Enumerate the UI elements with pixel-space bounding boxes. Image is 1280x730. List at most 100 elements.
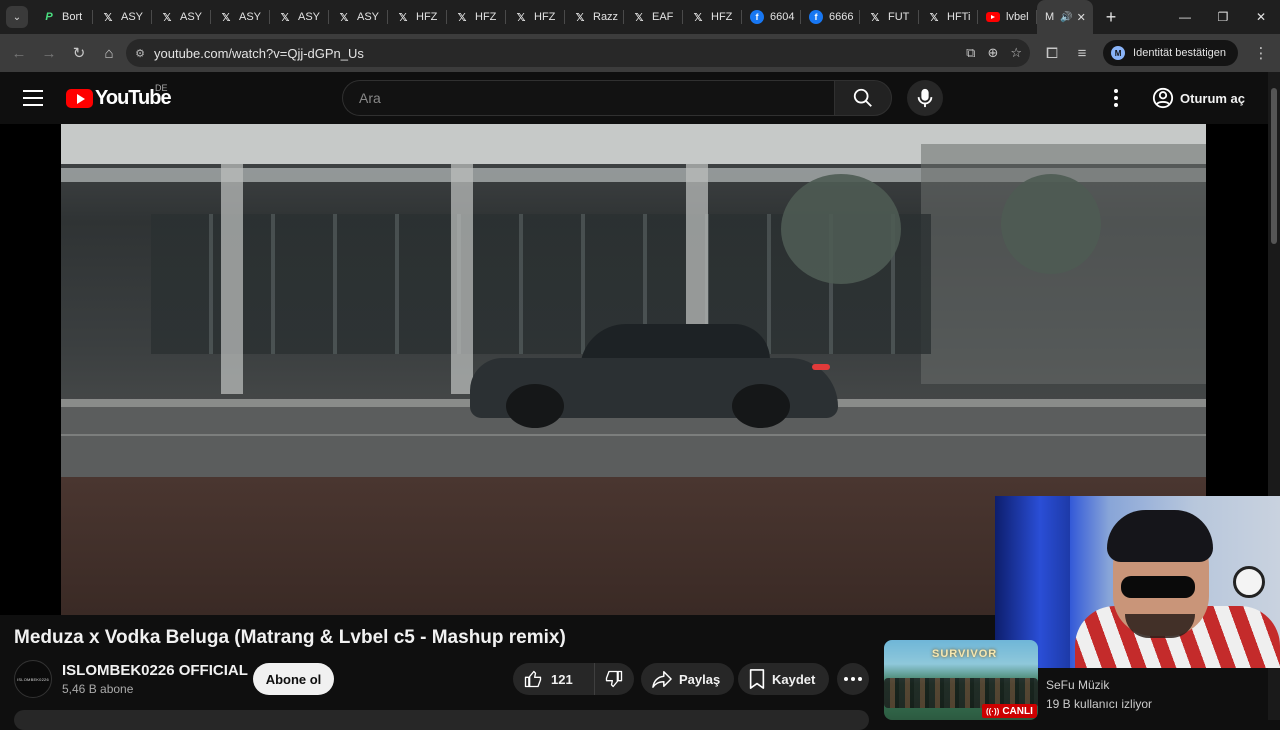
share-label: Paylaş bbox=[679, 671, 721, 687]
address-bar[interactable]: ⚙ youtube.com/watch?v=Qjj-dGPn_Us ⧉ ⊕ ☆ bbox=[126, 39, 1030, 67]
hamburger-menu-icon[interactable] bbox=[21, 88, 45, 108]
active-tab[interactable]: M 🔊 ✕ bbox=[1037, 0, 1093, 34]
browser-tab-label: lvbel bbox=[1006, 11, 1029, 23]
bookmark-star-icon[interactable]: ☆ bbox=[1010, 45, 1022, 61]
site-info-icon[interactable]: ⚙ bbox=[126, 47, 154, 60]
thumbs-down-icon bbox=[605, 670, 623, 688]
voice-search-button[interactable] bbox=[907, 80, 943, 116]
browser-tab[interactable]: f 6666 bbox=[801, 0, 860, 34]
browser-tab[interactable]: 𝕏 HFZ bbox=[388, 0, 447, 34]
browser-tab-label: HFZ bbox=[416, 11, 438, 23]
save-button[interactable]: Kaydet bbox=[738, 663, 830, 695]
browser-tab-label: HFZ bbox=[534, 11, 556, 23]
browser-tab[interactable]: 𝕏 ASY bbox=[270, 0, 329, 34]
dislike-button[interactable] bbox=[595, 663, 633, 695]
new-tab-button[interactable]: + bbox=[1097, 3, 1125, 31]
browser-menu-icon[interactable]: ⋮ bbox=[1246, 38, 1276, 68]
recommended-thumbnail[interactable]: SURVIVOR ((·)) CANLI bbox=[884, 640, 1038, 720]
x-icon: 𝕏 bbox=[280, 10, 290, 24]
identity-button[interactable]: M Identität bestätigen bbox=[1103, 40, 1238, 66]
browser-tab[interactable]: 𝕏 ASY bbox=[93, 0, 152, 34]
x-icon: 𝕏 bbox=[516, 10, 526, 24]
live-icon: ((·)) bbox=[986, 706, 1000, 716]
browser-tab-label: 6666 bbox=[829, 11, 854, 23]
browser-tab[interactable]: 𝕏 ASY bbox=[211, 0, 270, 34]
tab-search-chevron-icon[interactable]: ⌄ bbox=[6, 6, 28, 28]
x-icon: 𝕏 bbox=[162, 10, 172, 24]
recommended-viewers: 19 B kullanıcı izliyor bbox=[1046, 697, 1153, 711]
x-icon: 𝕏 bbox=[221, 10, 231, 24]
browser-tab-label: Bort bbox=[62, 11, 83, 23]
facebook-icon: f bbox=[809, 10, 823, 24]
browser-tab[interactable]: lvbel bbox=[978, 0, 1037, 34]
youtube-logo[interactable]: YouTube DE bbox=[66, 83, 172, 110]
url-text[interactable]: youtube.com/watch?v=Qjj-dGPn_Us bbox=[154, 46, 364, 61]
browser-tab-label: ASY bbox=[121, 11, 144, 23]
channel-name[interactable]: ISLOMBEK0226 OFFICIAL bbox=[62, 662, 248, 679]
p-icon: P bbox=[45, 11, 53, 23]
description-box[interactable] bbox=[14, 710, 869, 730]
active-tab-label: M bbox=[1045, 11, 1055, 23]
browser-tab[interactable]: 𝕏 HFTi bbox=[919, 0, 978, 34]
minimize-icon[interactable]: — bbox=[1166, 0, 1204, 34]
like-count: 121 bbox=[551, 671, 573, 687]
car bbox=[470, 322, 838, 428]
thumbnail-brand: SURVIVOR bbox=[932, 648, 998, 660]
browser-tab[interactable]: 𝕏 ASY bbox=[329, 0, 388, 34]
scrollbar-thumb[interactable] bbox=[1271, 88, 1277, 244]
browser-tab-label: Razz bbox=[593, 11, 619, 23]
x-icon: 𝕏 bbox=[870, 10, 880, 24]
reload-icon[interactable]: ↻ bbox=[64, 38, 94, 68]
channel-avatar[interactable]: ISLOMBEK0226 bbox=[14, 660, 52, 698]
browser-tab[interactable]: 𝕏 HFZ bbox=[447, 0, 506, 34]
back-icon[interactable]: ← bbox=[4, 38, 34, 68]
x-icon: 𝕏 bbox=[634, 10, 644, 24]
browser-tab[interactable]: f 6604 bbox=[742, 0, 801, 34]
country-code: DE bbox=[155, 83, 168, 93]
forward-icon[interactable]: → bbox=[34, 38, 64, 68]
more-actions-button[interactable] bbox=[837, 663, 869, 695]
signin-label: Oturum aç bbox=[1180, 90, 1246, 106]
save-label: Kaydet bbox=[772, 671, 816, 687]
install-app-icon[interactable]: ⧉ bbox=[966, 45, 975, 61]
browser-tab-label: HFZ bbox=[475, 11, 497, 23]
audio-icon[interactable]: 🔊 bbox=[1060, 12, 1072, 23]
zoom-icon[interactable]: ⊕ bbox=[987, 45, 998, 61]
media-controls-icon[interactable]: ≡ bbox=[1067, 38, 1097, 68]
live-label: CANLI bbox=[1002, 705, 1033, 717]
tab-list: P Bort 𝕏 ASY 𝕏 ASY 𝕏 ASY 𝕏 ASY 𝕏 ASY 𝕏 HFZ 𝕏 HFZ 𝕏 HFZ 𝕏 Ra… bbox=[34, 0, 1037, 34]
home-icon[interactable]: ⌂ bbox=[94, 38, 124, 68]
close-window-icon[interactable]: ✕ bbox=[1242, 0, 1280, 34]
browser-tab[interactable]: 𝕏 HFZ bbox=[683, 0, 742, 34]
microphone-icon bbox=[917, 88, 933, 108]
browser-tab-label: FUT bbox=[888, 11, 910, 23]
recommended-video[interactable]: SURVIVOR ((·)) CANLI SeFu Müzik 19 B kul… bbox=[884, 640, 1268, 720]
subscriber-count: 5,46 B abone bbox=[62, 682, 134, 696]
signin-button[interactable]: Oturum aç bbox=[1146, 82, 1257, 114]
browser-tab-label: ASY bbox=[180, 11, 203, 23]
search-input[interactable]: Ara bbox=[342, 80, 834, 116]
browser-tab-label: 6604 bbox=[770, 11, 795, 23]
browser-tab[interactable]: 𝕏 ASY bbox=[152, 0, 211, 34]
browser-tab[interactable]: 𝕏 FUT bbox=[860, 0, 919, 34]
share-button[interactable]: Paylaş bbox=[641, 663, 735, 695]
search-button[interactable] bbox=[834, 80, 892, 116]
browser-tab[interactable]: P Bort bbox=[34, 0, 93, 34]
browser-tab-label: ASY bbox=[239, 11, 262, 23]
window-controls: — ❐ ✕ bbox=[1166, 0, 1280, 34]
x-icon: 𝕏 bbox=[457, 10, 467, 24]
x-icon: 𝕏 bbox=[575, 10, 585, 24]
browser-tab[interactable]: 𝕏 HFZ bbox=[506, 0, 565, 34]
browser-tab-strip: ⌄ P Bort 𝕏 ASY 𝕏 ASY 𝕏 ASY 𝕏 ASY 𝕏 ASY 𝕏 HFZ 𝕏 HFZ 𝕏 HFZ 𝕏… bbox=[0, 0, 1280, 34]
browser-tab-label: ASY bbox=[357, 11, 380, 23]
tab-close-icon[interactable]: ✕ bbox=[1077, 11, 1086, 24]
settings-menu-icon[interactable] bbox=[1106, 88, 1126, 108]
browser-tab[interactable]: 𝕏 EAF bbox=[624, 0, 683, 34]
extensions-icon[interactable]: ⧠ bbox=[1037, 38, 1067, 68]
recommended-channel[interactable]: SeFu Müzik bbox=[1046, 678, 1109, 692]
like-button[interactable]: 121 bbox=[513, 663, 595, 695]
browser-tab[interactable]: 𝕏 Razz bbox=[565, 0, 624, 34]
subscribe-button[interactable]: Abone ol bbox=[253, 663, 334, 695]
restore-icon[interactable]: ❐ bbox=[1204, 0, 1242, 34]
share-icon bbox=[652, 671, 672, 688]
